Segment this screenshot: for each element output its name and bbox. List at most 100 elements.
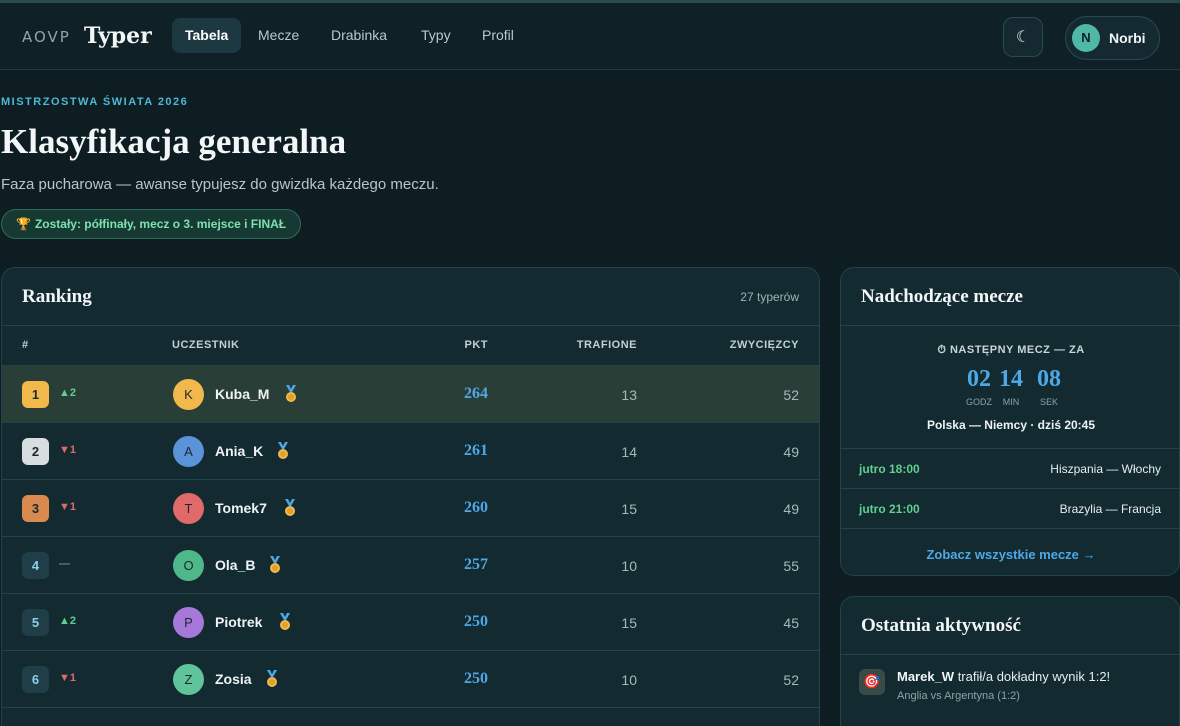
column-header-rank[interactable]: #: [22, 339, 29, 351]
rank-trend: ▼1: [59, 501, 77, 513]
avatar: Z: [173, 664, 204, 695]
moon-icon: ☾: [1015, 27, 1031, 46]
avatar: O: [173, 550, 204, 581]
avatar: P: [173, 607, 204, 638]
table-row[interactable]: 1 ▲2 K Kuba_M 264 13 52: [2, 366, 819, 423]
column-header-participant[interactable]: UCZESTNIK: [172, 339, 239, 351]
table-row[interactable]: 2 ▼1 A Ania_K 261 14 49: [2, 423, 819, 480]
match-teams: Brazylia — Francja: [1059, 502, 1161, 516]
top-navbar: AOVP Typer Tabela Mecze Drabinka Typy Pr…: [0, 3, 1180, 70]
rank-trend: ▲2: [59, 387, 77, 399]
nav-link-typy[interactable]: Typy: [408, 18, 464, 53]
participant-name[interactable]: Piotrek: [215, 614, 262, 630]
status-badge-text: Zostały: półfinały, mecz o 3. miejsce i …: [34, 217, 287, 231]
table-row[interactable]: 4 — O Ola_B 257 10 55: [2, 537, 819, 594]
participant-name[interactable]: Zosia: [215, 671, 252, 687]
rank-trend: —: [59, 558, 70, 570]
rank-badge: 5: [22, 609, 49, 636]
see-all-matches-link[interactable]: Zobacz wszystkie mecze →: [841, 547, 1179, 562]
countdown: ⏱ NASTĘPNY MECZ — ZA 02 14 08 GODZ MIN S…: [841, 326, 1179, 449]
next-match[interactable]: Polska — Niemcy · dziś 20:45: [841, 418, 1179, 432]
participant-name[interactable]: Tomek7: [215, 500, 267, 516]
activity-item[interactable]: Marek_W trafił/a dokładny wynik 1:2!: [897, 669, 1110, 684]
match-row[interactable]: jutro 18:00 Hiszpania — Włochy: [841, 449, 1179, 489]
page-subtitle: Faza pucharowa — awanse typujesz do gwiz…: [1, 176, 439, 193]
upcoming-header: Nadchodzące mecze: [841, 268, 1179, 326]
table-row[interactable]: 3 ▼1 T Tomek7 260 15 49: [2, 480, 819, 537]
brand-name[interactable]: Typer: [84, 23, 152, 49]
nav-link-profil[interactable]: Profil: [469, 18, 527, 53]
points-value: 250: [464, 613, 488, 630]
hits-value: 15: [621, 501, 637, 517]
countdown-label-text: NASTĘPNY MECZ — ZA: [949, 344, 1085, 356]
medal-icon: [285, 499, 295, 516]
table-header: # UCZESTNIK PKT TRAFIONE ZWYCIĘZCY: [2, 326, 819, 366]
points-value: 257: [464, 556, 488, 573]
table-row[interactable]: 6 ▼1 Z Zosia 250 10 52: [2, 651, 819, 708]
column-header-hits[interactable]: TRAFIONE: [577, 339, 637, 351]
column-header-winners[interactable]: ZWYCIĘZCY: [730, 339, 799, 351]
winners-value: 55: [783, 558, 799, 574]
match-time: jutro 21:00: [859, 502, 920, 516]
points-value: 260: [464, 499, 488, 516]
winners-value: 52: [783, 387, 799, 403]
rank-trend: ▼1: [59, 444, 77, 456]
activity-detail: Anglia vs Argentyna (1:2): [897, 690, 1020, 702]
user-name: Norbi: [1109, 30, 1146, 46]
hits-value: 15: [621, 615, 637, 631]
participant-name[interactable]: Ania_K: [215, 443, 263, 459]
ranking-header: Ranking 27 typerów: [2, 268, 819, 326]
ranking-rows: 1 ▲2 K Kuba_M 264 13 52 2 ▼1 A Ania_K 261 14 49 3 ▼1 T To…: [2, 366, 819, 708]
medal-icon: [280, 613, 290, 630]
activity-action: trafił/a dokładny wynik 1:2!: [954, 669, 1111, 684]
ranking-card: Ranking 27 typerów # UCZESTNIK PKT TRAFI…: [1, 267, 820, 726]
hits-value: 10: [621, 672, 637, 688]
countdown-unit-minutes: MIN: [1002, 397, 1020, 407]
rank-badge: 2: [22, 438, 49, 465]
avatar: A: [173, 436, 204, 467]
activity-title: Ostatnia aktywność: [861, 615, 1021, 636]
winners-value: 52: [783, 672, 799, 688]
participant-name[interactable]: Ola_B: [215, 557, 255, 573]
target-icon: 🎯: [859, 669, 885, 695]
activity-header: Ostatnia aktywność: [841, 597, 1179, 655]
recent-activity-card: Ostatnia aktywność 🎯 Marek_W trafił/a do…: [840, 596, 1180, 726]
rank-badge: 6: [22, 666, 49, 693]
column-header-points[interactable]: PKT: [465, 339, 489, 351]
ranking-title: Ranking: [22, 286, 92, 307]
nav-link-drabinka[interactable]: Drabinka: [318, 18, 400, 53]
avatar: T: [173, 493, 204, 524]
avatar: N: [1072, 24, 1100, 52]
rank-trend: ▼1: [59, 672, 77, 684]
rank-badge: 1: [22, 381, 49, 408]
participant-name[interactable]: Kuba_M: [215, 386, 269, 402]
table-row[interactable]: 5 ▲2 P Piotrek 250 15 45: [2, 594, 819, 651]
rank-trend: ▲2: [59, 615, 77, 627]
brand-logo[interactable]: AOVP: [22, 28, 71, 46]
activity-user: Marek_W: [897, 669, 955, 684]
match-time: jutro 18:00: [859, 462, 920, 476]
upcoming-matches-card: Nadchodzące mecze ⏱ NASTĘPNY MECZ — ZA 0…: [840, 267, 1180, 576]
nav-link-tabela[interactable]: Tabela: [172, 18, 242, 53]
status-badge: 🏆 Zostały: półfinały, mecz o 3. miejsce i…: [1, 209, 302, 239]
countdown-seconds: 08: [1037, 366, 1061, 392]
medal-icon: [267, 670, 277, 687]
upcoming-title: Nadchodzące mecze: [861, 286, 1023, 307]
countdown-label: ⏱ NASTĘPNY MECZ — ZA: [841, 344, 1179, 357]
nav-link-mecze[interactable]: Mecze: [245, 18, 312, 53]
points-value: 261: [464, 442, 488, 459]
theme-toggle-button[interactable]: ☾: [1003, 17, 1043, 57]
match-teams: Hiszpania — Włochy: [1050, 462, 1161, 476]
avatar: K: [173, 379, 204, 410]
winners-value: 49: [783, 444, 799, 460]
page-title: Klasyfikacja generalna: [1, 122, 347, 161]
medal-icon: [278, 442, 288, 459]
winners-value: 49: [783, 501, 799, 517]
hits-value: 10: [621, 558, 637, 574]
tournament-eyebrow: MISTRZOSTWA ŚWIATA 2026: [1, 96, 189, 108]
match-row[interactable]: jutro 21:00 Brazylia — Francja: [841, 489, 1179, 529]
rank-badge: 4: [22, 552, 49, 579]
medal-icon: [270, 556, 280, 573]
user-menu-button[interactable]: N Norbi: [1065, 16, 1160, 60]
points-value: 264: [464, 385, 488, 402]
